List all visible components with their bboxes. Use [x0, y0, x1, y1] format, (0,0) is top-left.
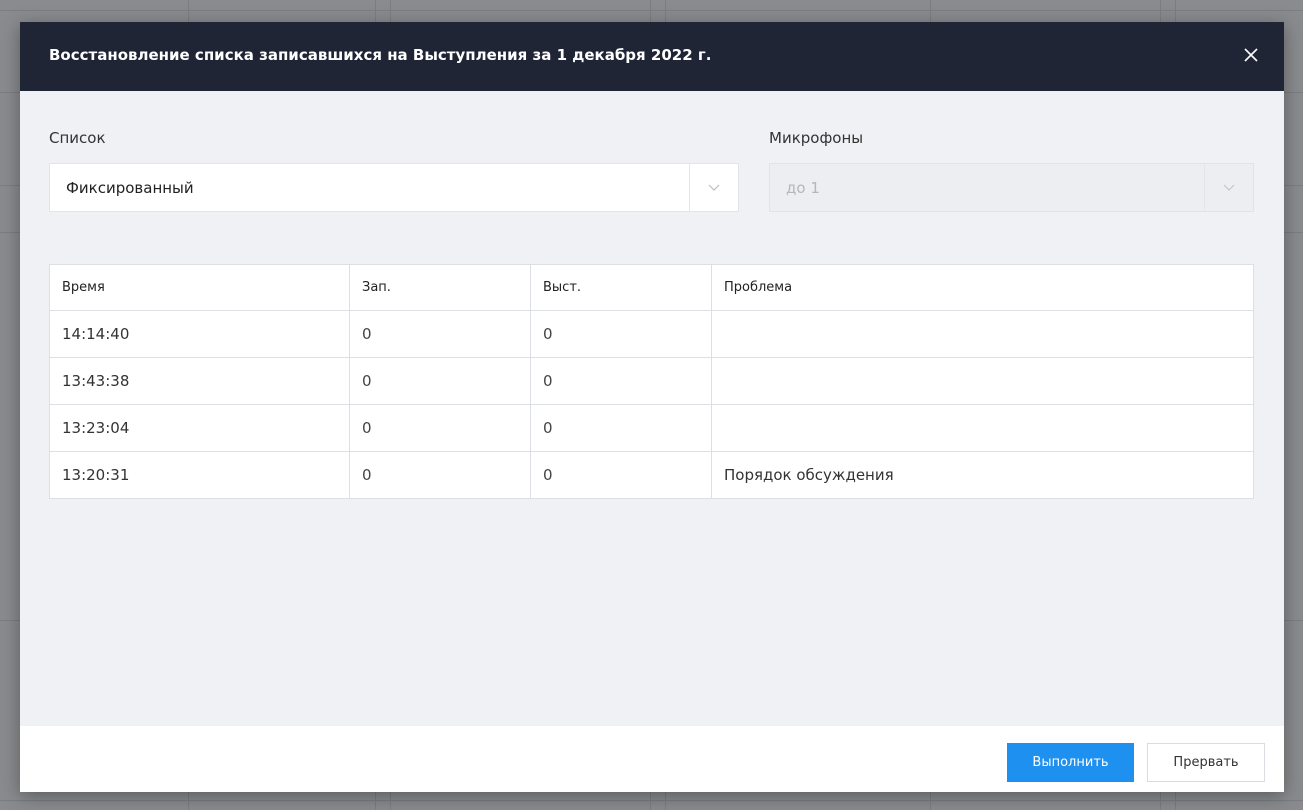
cell-signed: 0: [349, 404, 531, 452]
column-header-spoke[interactable]: Выст.: [530, 264, 712, 311]
abort-button[interactable]: Прервать: [1147, 743, 1265, 782]
table-header-row: Время Зап. Выст. Проблема: [49, 264, 1254, 311]
mics-label: Микрофоны: [769, 129, 864, 147]
cell-time: 13:43:38: [49, 357, 350, 405]
chevron-down-icon[interactable]: [689, 164, 738, 211]
list-select-value: Фиксированный: [66, 179, 194, 197]
column-header-problem[interactable]: Проблема: [711, 264, 1254, 311]
close-button[interactable]: [1236, 40, 1266, 70]
table-row[interactable]: 13:20:31 0 0 Порядок обсуждения: [49, 451, 1254, 499]
cell-spoke: 0: [530, 404, 712, 452]
dialog-title: Восстановление списка записавшихся на Вы…: [49, 46, 712, 64]
close-icon: [1244, 48, 1258, 62]
cell-time: 14:14:40: [49, 310, 350, 358]
cell-problem: [711, 357, 1254, 405]
column-header-time[interactable]: Время: [49, 264, 350, 311]
cell-signed: 0: [349, 310, 531, 358]
table-row[interactable]: 14:14:40 0 0: [49, 310, 1254, 358]
cell-signed: 0: [349, 357, 531, 405]
dialog-header: Восстановление списка записавшихся на Вы…: [20, 22, 1284, 91]
cell-signed: 0: [349, 451, 531, 499]
mics-select-value: до 1: [786, 179, 820, 197]
column-header-signed[interactable]: Зап.: [349, 264, 531, 311]
restore-table: Время Зап. Выст. Проблема 14:14:40 0 0 1…: [49, 264, 1254, 499]
mics-select: до 1: [769, 163, 1254, 212]
cell-spoke: 0: [530, 357, 712, 405]
restore-dialog: Восстановление списка записавшихся на Вы…: [20, 22, 1284, 792]
table-row[interactable]: 13:43:38 0 0: [49, 357, 1254, 405]
cell-spoke: 0: [530, 310, 712, 358]
dialog-footer: Выполнить Прервать: [20, 726, 1284, 792]
table-row[interactable]: 13:23:04 0 0: [49, 404, 1254, 452]
list-label: Список: [49, 129, 106, 147]
cell-time: 13:20:31: [49, 451, 350, 499]
list-select[interactable]: Фиксированный: [49, 163, 739, 212]
chevron-down-icon: [1204, 164, 1253, 211]
execute-button[interactable]: Выполнить: [1007, 743, 1134, 782]
cell-problem: [711, 310, 1254, 358]
cell-problem: [711, 404, 1254, 452]
cell-problem: Порядок обсуждения: [711, 451, 1254, 499]
cell-time: 13:23:04: [49, 404, 350, 452]
cell-spoke: 0: [530, 451, 712, 499]
